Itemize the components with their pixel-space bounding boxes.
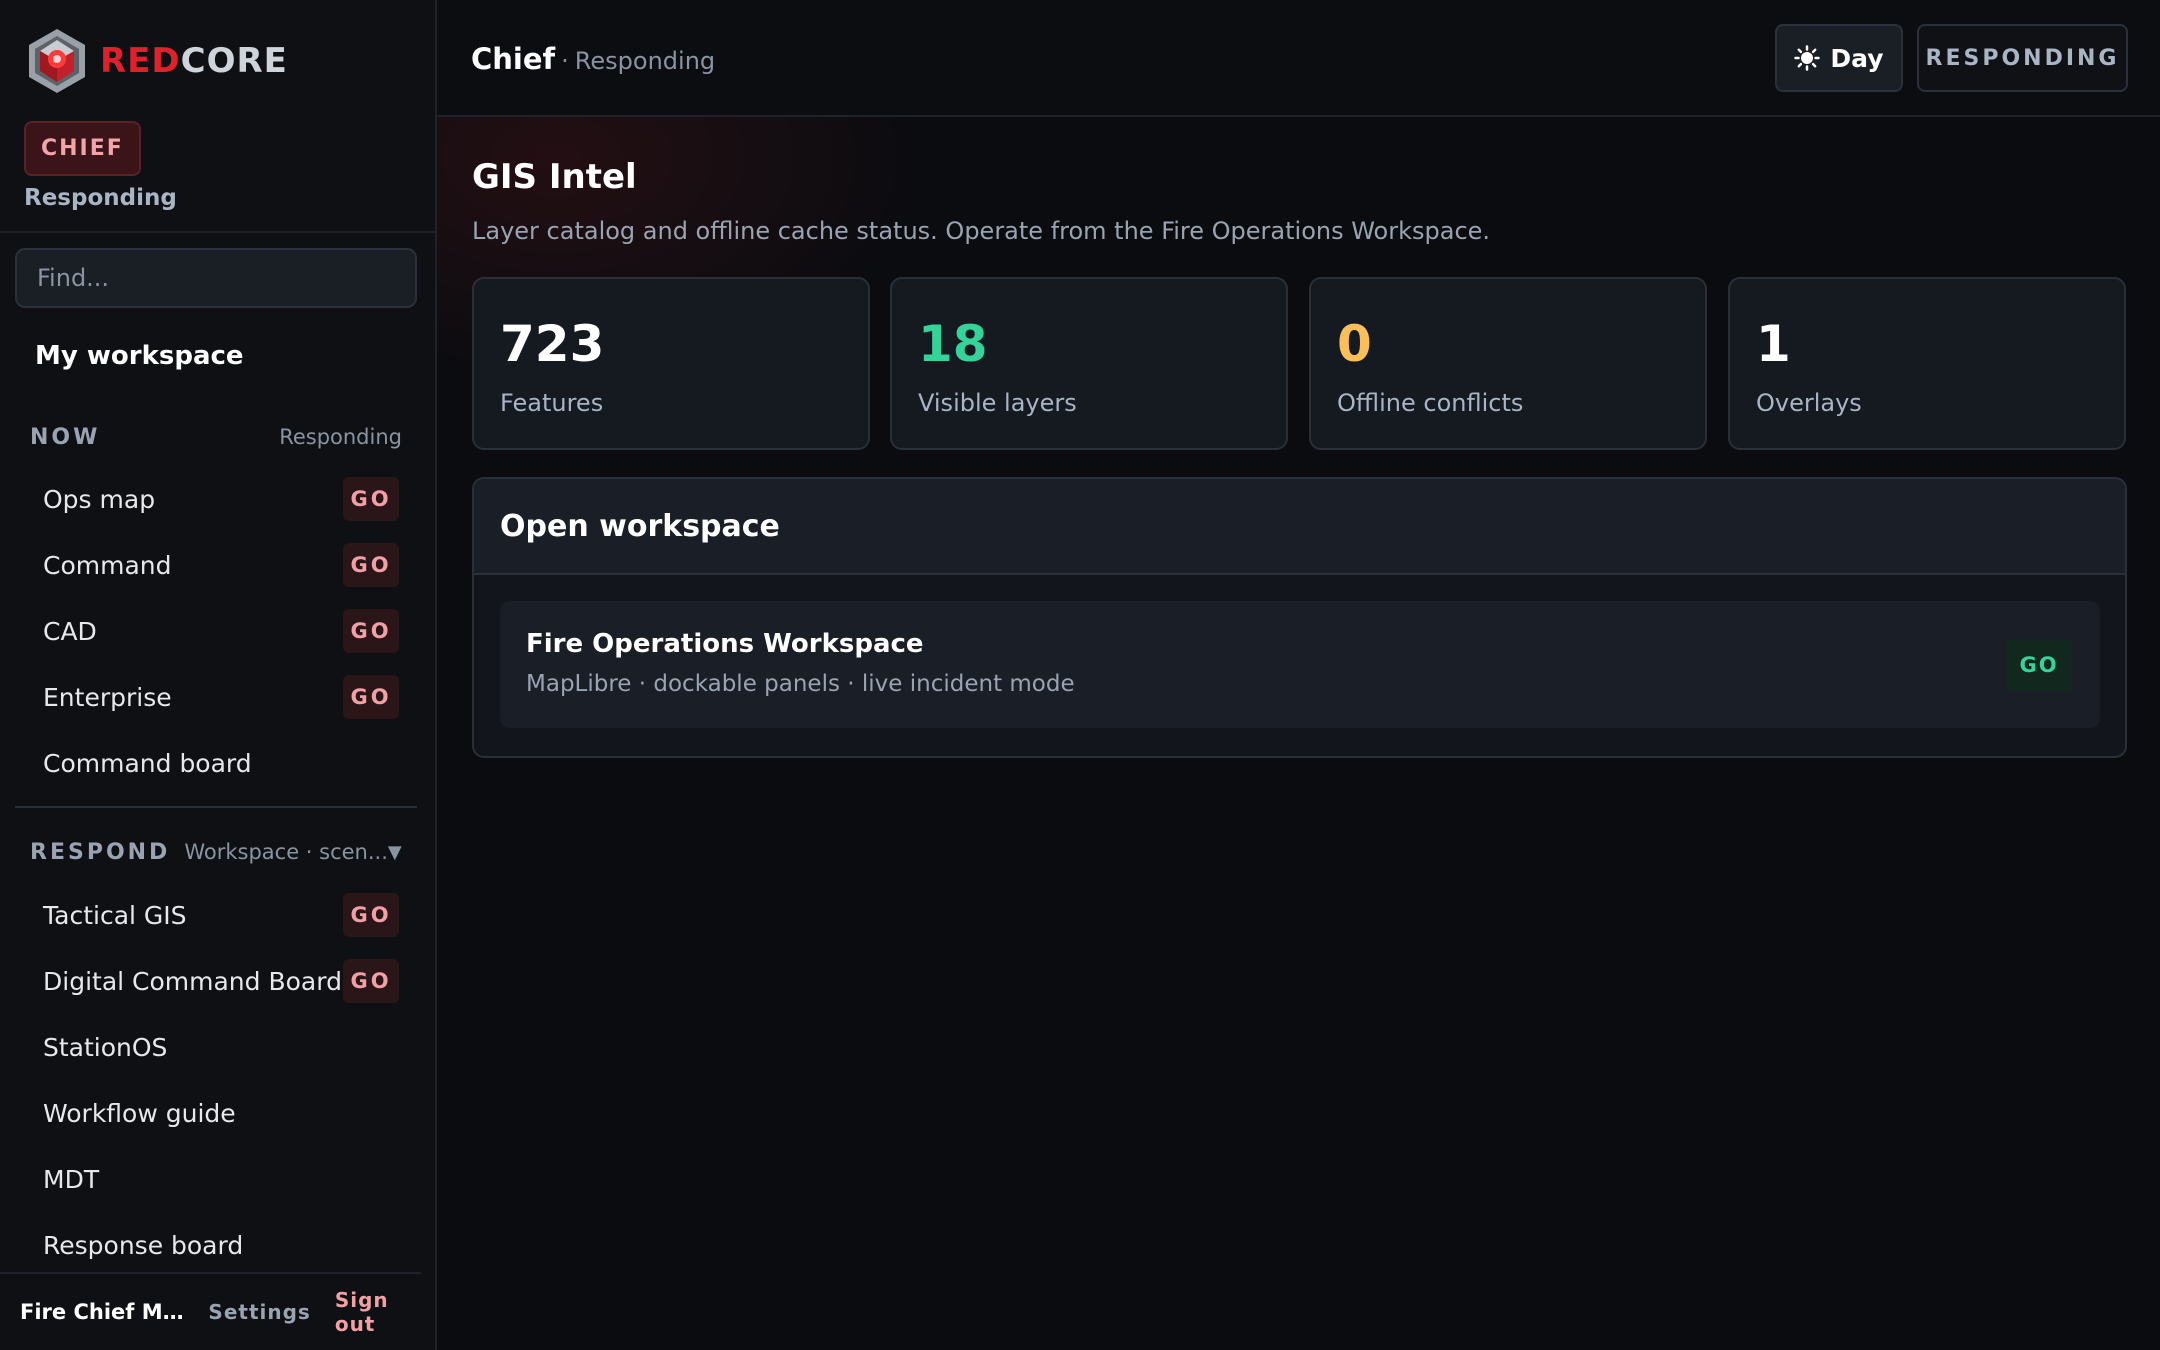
panel-title: Open workspace: [500, 508, 780, 544]
go-button[interactable]: GO: [2006, 639, 2072, 691]
sign-out-link[interactable]: Sign out: [335, 1288, 421, 1336]
sidebar-item-label: MDT: [43, 1164, 100, 1194]
sidebar: REDCORE CHIEF Responding My workspace NO…: [0, 0, 437, 1350]
section-label-respond: RESPOND: [30, 839, 171, 865]
page-title: GIS Intel: [472, 157, 637, 197]
redcore-logo-icon: [29, 29, 85, 93]
breadcrumb: Chief · Responding: [471, 42, 715, 76]
workspace-item-subtitle: MapLibre · dockable panels · live incide…: [526, 671, 1075, 697]
divider: [0, 231, 435, 233]
workspace-item-title: Fire Operations Workspace: [526, 629, 924, 659]
sidebar-item-workflow-guide[interactable]: Workflow guide: [15, 1084, 417, 1142]
respond-section-header[interactable]: RESPOND Workspace · scen... ▼: [30, 835, 402, 869]
go-badge[interactable]: GO: [343, 959, 399, 1003]
search-input[interactable]: [15, 248, 417, 308]
crumb-role: Chief: [471, 42, 556, 76]
go-badge[interactable]: GO: [343, 543, 399, 587]
sidebar-item-cad[interactable]: CAD GO: [15, 602, 417, 660]
stat-label: Visible layers: [918, 389, 1077, 417]
sidebar-item-command[interactable]: Command GO: [15, 536, 417, 594]
open-workspace-panel: Open workspace Fire Operations Workspace…: [472, 477, 2127, 758]
sidebar-item-mdt[interactable]: MDT: [15, 1150, 417, 1208]
stat-value: 723: [500, 315, 605, 373]
sun-icon: [1794, 45, 1821, 71]
sidebar-item-label: Response board: [43, 1230, 244, 1260]
go-badge[interactable]: GO: [343, 893, 399, 937]
brand-name: REDCORE: [100, 41, 288, 81]
workspace-item-fire-operations[interactable]: Fire Operations Workspace MapLibre · doc…: [500, 601, 2100, 728]
sidebar-item-label: Enterprise: [43, 682, 172, 712]
go-badge[interactable]: GO: [343, 477, 399, 521]
stat-card-visible-layers: 18 Visible layers: [890, 277, 1288, 450]
sidebar-item-stationos[interactable]: StationOS: [15, 1018, 417, 1076]
stat-card-overlays: 1 Overlays: [1728, 277, 2126, 450]
go-badge[interactable]: GO: [343, 675, 399, 719]
responding-status-button[interactable]: RESPONDING: [1917, 24, 2128, 92]
stat-label: Features: [500, 389, 604, 417]
app-root: REDCORE CHIEF Responding My workspace NO…: [0, 0, 2160, 1350]
day-mode-button[interactable]: Day: [1775, 24, 1903, 92]
stat-value: 0: [1337, 315, 1372, 373]
stat-card-features: 723 Features: [472, 277, 870, 450]
sidebar-item-label: CAD: [43, 616, 97, 646]
stat-card-offline-conflicts: 0 Offline conflicts: [1309, 277, 1707, 450]
stat-label: Offline conflicts: [1337, 389, 1524, 417]
settings-link[interactable]: Settings: [208, 1300, 310, 1324]
caret-down-icon[interactable]: ▼: [388, 842, 410, 863]
my-workspace-link[interactable]: My workspace: [35, 341, 244, 371]
section-label-now: NOW: [30, 424, 101, 450]
sidebar-footer: Fire Chief Morg... Settings Sign out: [0, 1272, 421, 1350]
sidebar-item-tactical-gis[interactable]: Tactical GIS GO: [15, 886, 417, 944]
sidebar-item-ops-map[interactable]: Ops map GO: [15, 470, 417, 528]
topbar: Chief · Responding Day RESPONDING: [437, 0, 2160, 117]
stat-value: 1: [1756, 315, 1791, 373]
stat-label: Overlays: [1756, 389, 1862, 417]
role-status: Responding: [24, 185, 177, 211]
section-sub-respond: Workspace · scen...: [184, 840, 388, 864]
crumb-separator: ·: [561, 47, 569, 75]
section-note-now: Responding: [279, 425, 402, 449]
main-content: GIS Intel Layer catalog and offline cach…: [437, 117, 2160, 1350]
page-subtitle: Layer catalog and offline cache status. …: [472, 217, 1491, 245]
sidebar-item-label: Ops map: [43, 484, 156, 514]
sidebar-item-label: Workflow guide: [43, 1098, 236, 1128]
sidebar-item-digital-command-board[interactable]: Digital Command Board GO: [15, 952, 417, 1010]
sidebar-item-response-board[interactable]: Response board: [15, 1216, 417, 1274]
role-badge: CHIEF: [24, 121, 141, 176]
sidebar-item-label: StationOS: [43, 1032, 168, 1062]
now-section-header: NOW Responding: [30, 420, 402, 454]
divider: [15, 806, 417, 808]
day-button-label: Day: [1830, 43, 1884, 73]
user-name[interactable]: Fire Chief Morg...: [20, 1300, 188, 1324]
sidebar-item-label: Digital Command Board: [43, 966, 342, 996]
sidebar-item-enterprise[interactable]: Enterprise GO: [15, 668, 417, 726]
sidebar-item-label: Tactical GIS: [43, 900, 187, 930]
stat-value: 18: [918, 315, 988, 373]
sidebar-item-label: Command board: [43, 748, 252, 778]
go-badge[interactable]: GO: [343, 609, 399, 653]
brand[interactable]: REDCORE: [22, 26, 288, 96]
sidebar-item-label: Command: [43, 550, 172, 580]
sidebar-item-command-board[interactable]: Command board: [15, 734, 417, 792]
crumb-status: Responding: [574, 47, 716, 75]
panel-header: Open workspace: [474, 479, 2125, 575]
